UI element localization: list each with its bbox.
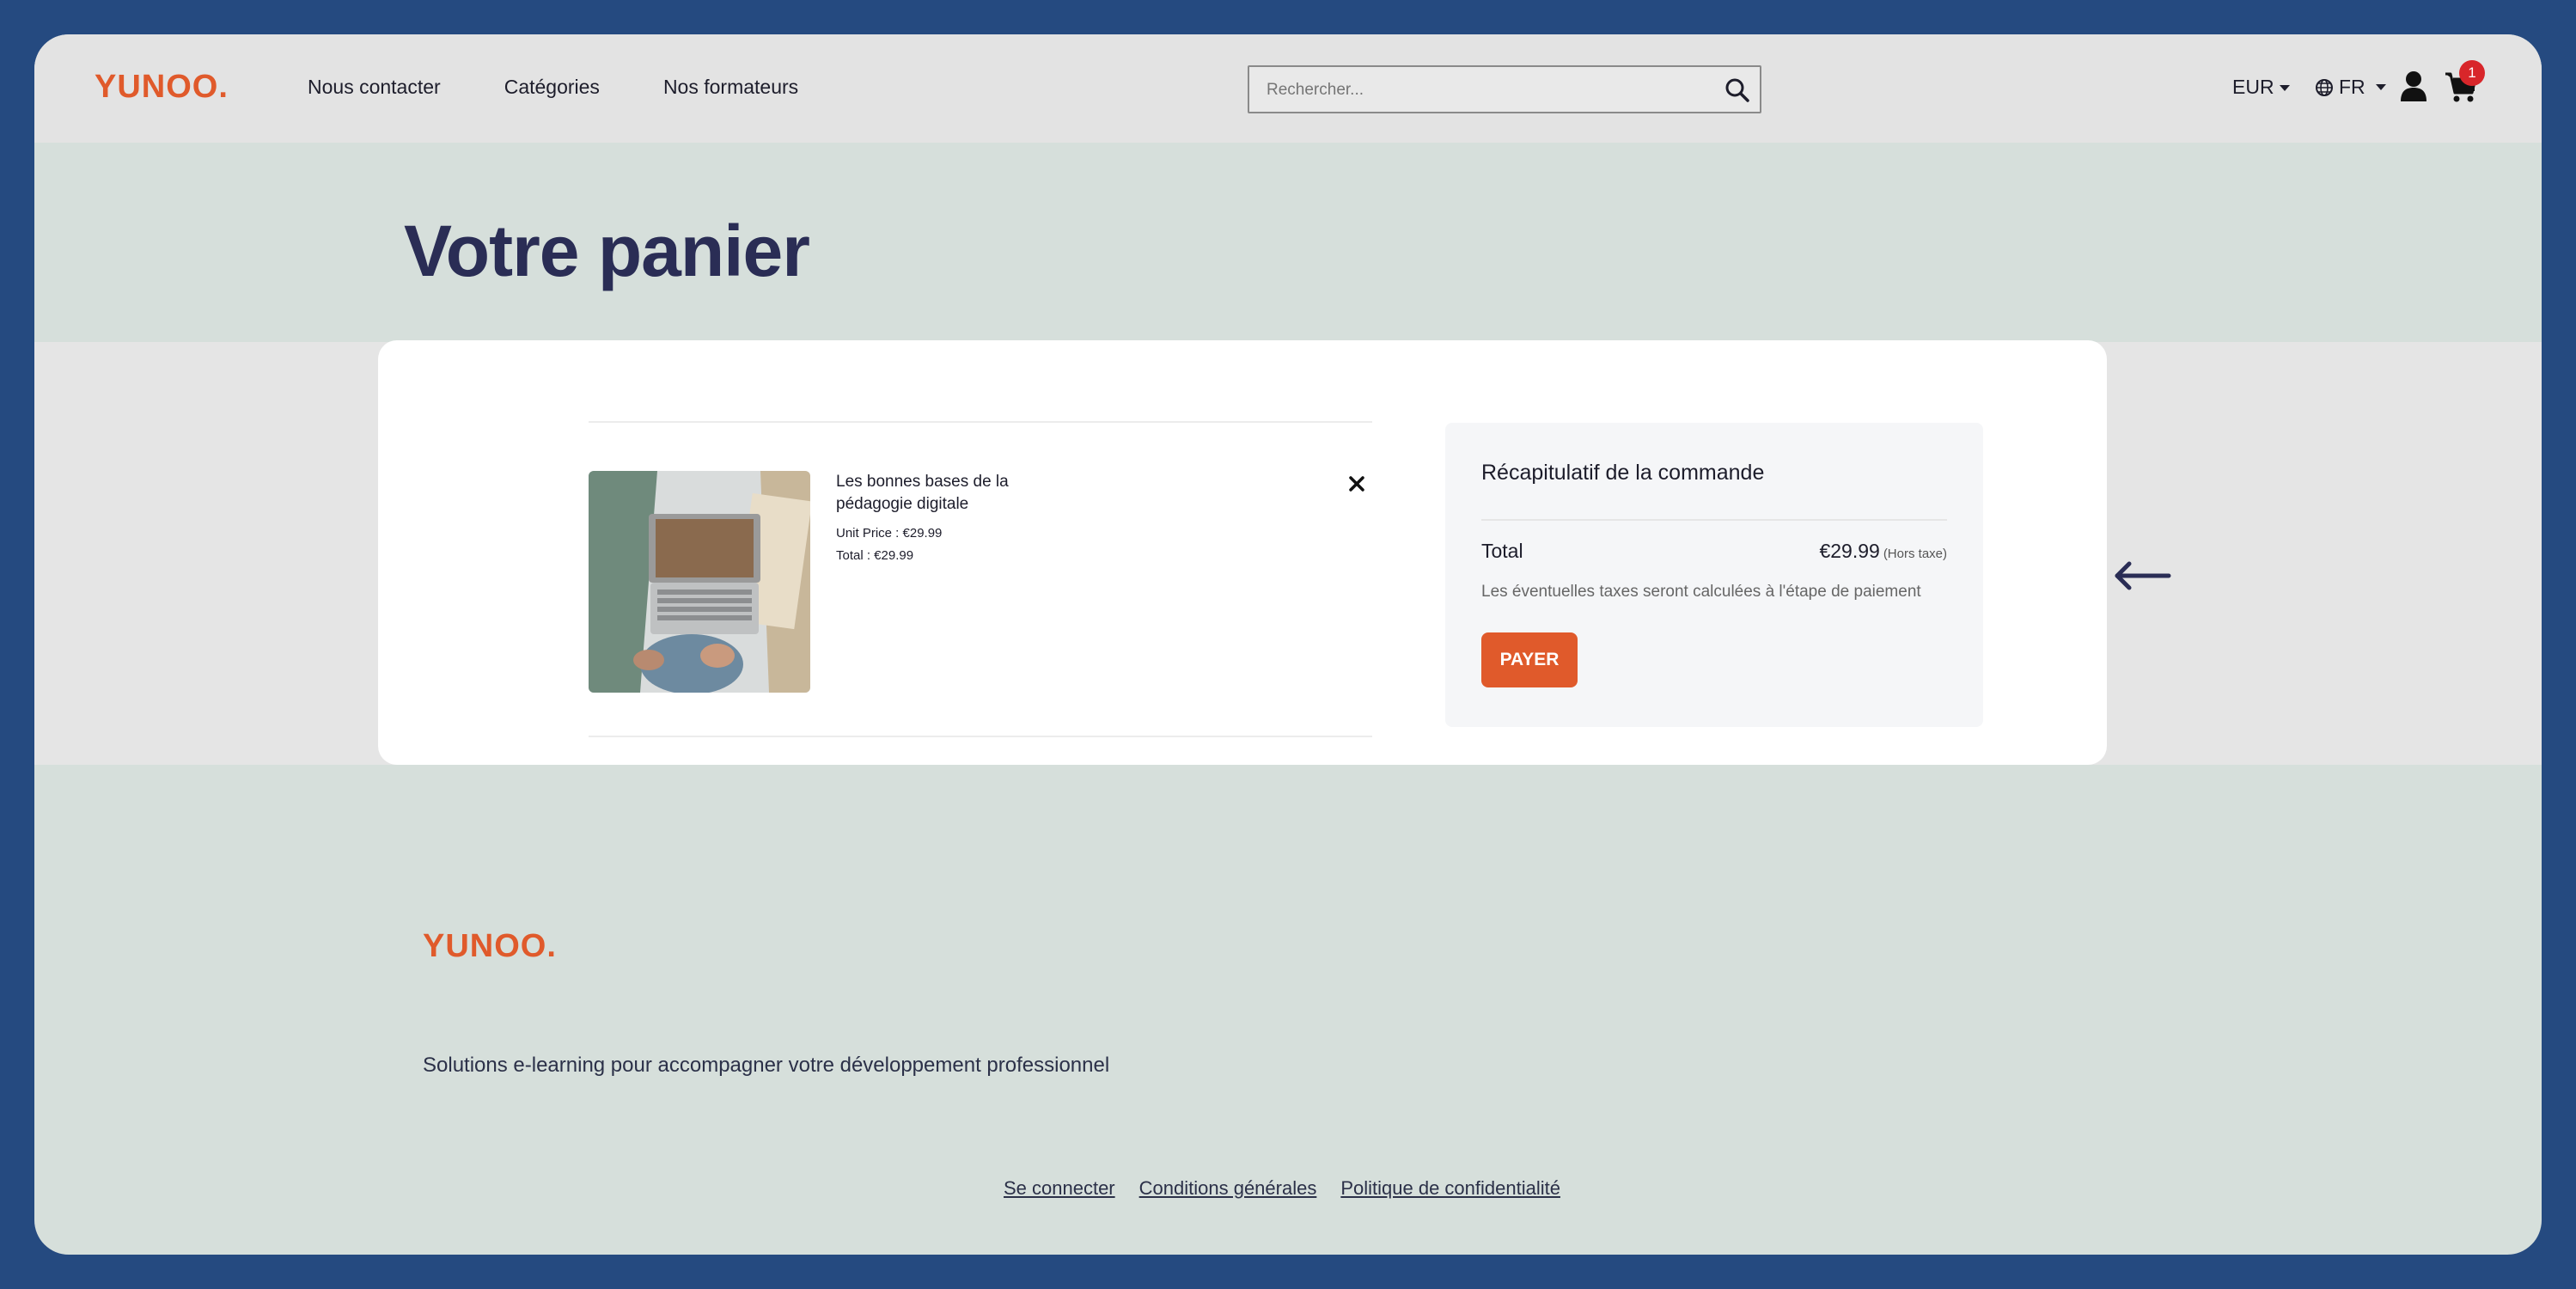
nav-link-categories[interactable]: Catégories xyxy=(504,76,600,99)
course-title[interactable]: Les bonnes bases de la pédagogie digital… xyxy=(836,471,1042,516)
order-summary: Récapitulatif de la commande Total €29.9… xyxy=(1445,423,1983,727)
arrow-left-icon xyxy=(2115,561,2171,590)
search-icon[interactable] xyxy=(1724,76,1751,104)
footer-logo[interactable]: YUNOO. xyxy=(423,928,557,965)
hero-section: Votre panier xyxy=(34,143,2542,342)
site-logo[interactable]: YUNOO. xyxy=(95,69,229,106)
currency-selector[interactable]: EUR xyxy=(2232,76,2290,99)
tax-suffix: (Hors taxe) xyxy=(1883,547,1947,561)
currency-label: EUR xyxy=(2232,76,2274,98)
total-label: Total xyxy=(1481,540,1523,562)
site-header: YUNOO. Nous contacter Catégories Nos for… xyxy=(34,34,2542,143)
course-thumbnail[interactable] xyxy=(589,471,810,693)
footer-link-login[interactable]: Se connecter xyxy=(1004,1177,1115,1200)
language-label: FR xyxy=(2339,76,2365,98)
globe-icon xyxy=(2316,78,2333,96)
search-input[interactable] xyxy=(1267,77,1713,103)
footer-links: Se connecter Conditions générales Politi… xyxy=(1004,1177,1560,1200)
total-value: €29.99 (Hors taxe) xyxy=(1819,540,1947,563)
divider xyxy=(1481,519,1947,521)
chevron-down-icon xyxy=(2375,84,2386,90)
nav-link-contact[interactable]: Nous contacter xyxy=(308,76,441,99)
course-image xyxy=(589,471,810,693)
page-title: Votre panier xyxy=(404,211,810,291)
footer-tagline: Solutions e-learning pour accompagner vo… xyxy=(423,1054,1110,1077)
summary-heading: Récapitulatif de la commande xyxy=(1481,461,1765,485)
unit-price: Unit Price : €29.99 xyxy=(836,526,943,541)
chevron-down-icon xyxy=(2279,85,2290,92)
footer-link-privacy[interactable]: Politique de confidentialité xyxy=(1340,1177,1560,1200)
main-nav: Nous contacter Catégories Nos formateurs xyxy=(308,76,798,99)
browser-window: YUNOO. Nous contacter Catégories Nos for… xyxy=(34,34,2542,1255)
item-total: Total : €29.99 xyxy=(836,548,914,563)
language-selector[interactable]: FR xyxy=(2315,76,2386,99)
tax-note: Les éventuelles taxes seront calculées à… xyxy=(1481,583,1921,601)
pay-button[interactable]: PAYER xyxy=(1481,632,1578,687)
total-amount: €29.99 xyxy=(1819,540,1880,562)
footer-link-terms[interactable]: Conditions générales xyxy=(1139,1177,1317,1200)
user-icon[interactable] xyxy=(2399,70,2428,101)
close-icon[interactable] xyxy=(1344,471,1370,497)
search-box xyxy=(1248,65,1761,113)
cart-count-badge: 1 xyxy=(2459,60,2485,86)
divider xyxy=(589,421,1372,423)
divider xyxy=(589,736,1372,737)
cart-card: Les bonnes bases de la pédagogie digital… xyxy=(378,340,2107,765)
nav-link-trainers[interactable]: Nos formateurs xyxy=(663,76,798,99)
